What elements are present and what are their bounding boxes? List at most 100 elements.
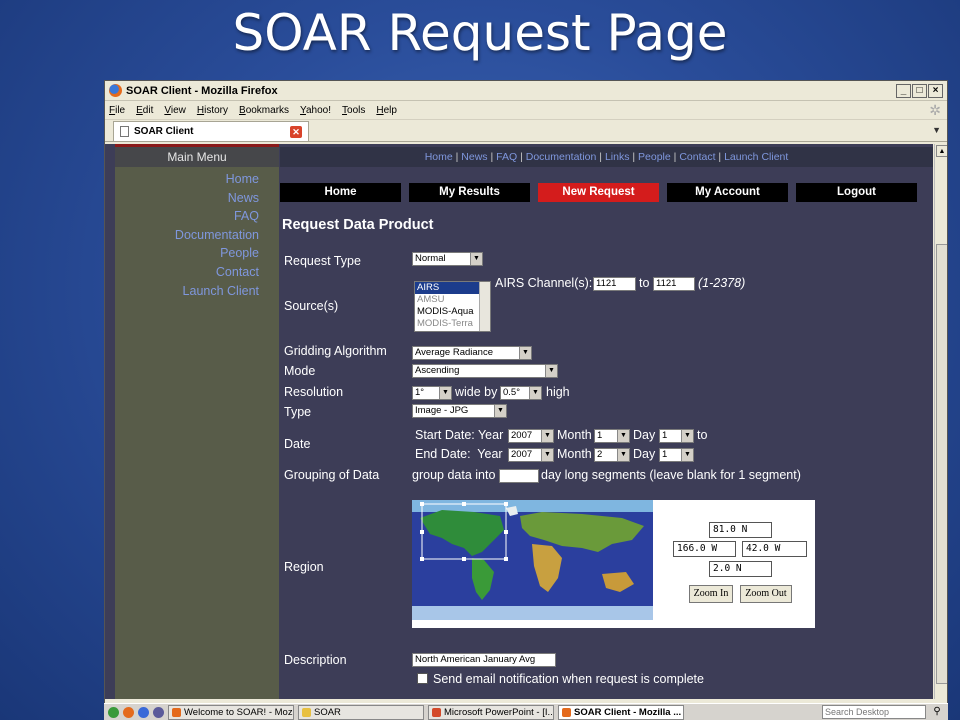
menu-view[interactable]: View <box>164 105 186 116</box>
topnav-contact[interactable]: Contact <box>679 151 715 163</box>
tab-close-icon[interactable]: ✕ <box>290 125 302 138</box>
topnav-people[interactable]: People <box>638 151 671 163</box>
end-month-select[interactable]: 2 ▼ <box>594 448 630 462</box>
east-bound-input[interactable]: 42.0 W <box>742 541 807 557</box>
topnav-separator: | <box>599 151 603 163</box>
taskbar-item[interactable]: Welcome to SOAR! - Moz... <box>168 704 294 720</box>
gridding-select[interactable]: Average Radiance ▼ <box>412 346 532 360</box>
end-year-value: 2007 <box>511 449 533 460</box>
nav-button-logout[interactable]: Logout <box>796 183 917 202</box>
sources-listbox[interactable]: AIRS AMSU MODIS-Aqua MODIS-Terra <box>414 281 491 332</box>
airs-channel-label: AIRS Channel(s): <box>495 276 593 290</box>
taskbar-item[interactable]: Microsoft PowerPoint - [I... <box>428 704 554 720</box>
start-day-value: 1 <box>662 430 668 441</box>
topnav-home[interactable]: Home <box>425 151 453 163</box>
resolution-width-select[interactable]: 1° ▼ <box>412 386 452 400</box>
north-bound-input[interactable]: 81.0 N <box>709 522 772 538</box>
nav-button-my-account[interactable]: My Account <box>667 183 788 202</box>
tab-soar-client[interactable]: SOAR Client ✕ <box>113 121 309 141</box>
tab-list-icon[interactable]: ▼ <box>932 125 941 135</box>
email-checkbox[interactable] <box>417 673 428 684</box>
window-titlebar[interactable]: SOAR Client - Mozilla Firefox _ □ × <box>105 81 947 101</box>
mode-select[interactable]: Ascending ▼ <box>412 364 558 378</box>
description-input[interactable]: North American January Avg <box>412 653 556 667</box>
chevron-down-icon: ▼ <box>617 449 629 461</box>
topnav-faq[interactable]: FAQ <box>496 151 517 163</box>
page-scrollbar[interactable]: ▲ <box>934 144 947 699</box>
show-desktop-icon[interactable] <box>108 706 119 718</box>
end-day-select[interactable]: 1 ▼ <box>659 448 694 462</box>
nav-button-my-results[interactable]: My Results <box>409 183 530 202</box>
end-year-select[interactable]: 2007 ▼ <box>508 448 554 462</box>
chevron-down-icon: ▼ <box>494 405 506 417</box>
search-icon[interactable]: ⚲ <box>930 705 944 719</box>
sidebar-link-home[interactable]: Home <box>115 170 279 189</box>
topnav-documentation[interactable]: Documentation <box>526 151 597 163</box>
scroll-up-icon[interactable]: ▲ <box>936 145 947 157</box>
window-title: SOAR Client - Mozilla Firefox <box>126 84 278 97</box>
menu-yahoo[interactable]: Yahoo! <box>300 105 331 116</box>
start-date-label: Start Date: Year <box>415 428 504 442</box>
menu-tools[interactable]: Tools <box>342 105 365 116</box>
gridding-label: Gridding Algorithm <box>284 344 387 358</box>
sidebar-link-contact[interactable]: Contact <box>115 263 279 282</box>
sidebar-link-news[interactable]: News <box>115 189 279 208</box>
request-type-select[interactable]: Normal ▼ <box>412 252 483 266</box>
ie-icon[interactable] <box>138 706 149 718</box>
type-select[interactable]: Image - JPG ▼ <box>412 404 507 418</box>
channel-range-hint: (1-2378) <box>698 276 746 290</box>
firefox-icon[interactable] <box>123 706 134 718</box>
start-year-select[interactable]: 2007 ▼ <box>508 429 554 443</box>
channel-to-input[interactable]: 1121 <box>653 277 695 291</box>
south-bound-input[interactable]: 2.0 N <box>709 561 772 577</box>
nav-button-new-request[interactable]: New Request <box>538 183 659 202</box>
zoom-in-button[interactable]: Zoom In <box>689 585 733 603</box>
sidebar-link-people[interactable]: People <box>115 244 279 263</box>
taskbar-item[interactable]: SOAR <box>298 704 424 720</box>
world-map[interactable] <box>412 500 653 620</box>
taskbar-item-label: Microsoft PowerPoint - [I... <box>444 706 554 718</box>
wide-by-label: wide by <box>455 385 498 399</box>
topnav-launch-client[interactable]: Launch Client <box>724 151 788 163</box>
date-label: Date <box>284 437 311 451</box>
menu-bookmarks[interactable]: Bookmarks <box>239 105 289 116</box>
menu-bar: File Edit View History Bookmarks Yahoo! … <box>105 101 947 120</box>
slide-title: SOAR Request Page <box>232 4 728 62</box>
resolution-label: Resolution <box>284 385 344 399</box>
sidebar-link-faq[interactable]: FAQ <box>115 207 279 226</box>
zoom-out-button[interactable]: Zoom Out <box>740 585 792 603</box>
maximize-button[interactable]: □ <box>912 83 927 98</box>
sidebar-link-documentation[interactable]: Documentation <box>115 226 279 245</box>
start-year-value: 2007 <box>511 430 533 441</box>
start-month-select[interactable]: 1 ▼ <box>594 429 630 443</box>
desktop-search-input[interactable]: Search Desktop <box>822 705 926 719</box>
chevron-down-icon: ▼ <box>541 449 553 461</box>
sidebar-link-launch-client[interactable]: Launch Client <box>115 282 279 301</box>
firefox-icon <box>109 84 122 97</box>
app-icon[interactable] <box>153 706 164 718</box>
scrollbar-thumb[interactable] <box>936 244 947 684</box>
chevron-down-icon: ▼ <box>519 347 531 359</box>
taskbar: Welcome to SOAR! - Moz... SOAR Microsoft… <box>104 703 948 720</box>
type-label: Type <box>284 405 312 419</box>
grouping-days-input[interactable] <box>499 469 539 483</box>
channel-from-input[interactable]: 1121 <box>593 277 636 291</box>
chevron-down-icon: ▼ <box>439 387 451 399</box>
taskbar-item[interactable]: SOAR Client - Mozilla ... <box>558 704 684 720</box>
topnav-news[interactable]: News <box>461 151 487 163</box>
resolution-height-select[interactable]: 0.5° ▼ <box>500 386 542 400</box>
gridding-value: Average Radiance <box>415 347 493 358</box>
close-button[interactable]: × <box>928 83 943 98</box>
menu-help[interactable]: Help <box>376 105 397 116</box>
listbox-scrollbar[interactable] <box>479 282 490 331</box>
nav-buttons: Home My Results New Request My Account L… <box>280 183 933 202</box>
menu-file[interactable]: File <box>109 105 125 116</box>
minimize-button[interactable]: _ <box>896 83 911 98</box>
west-bound-input[interactable]: 166.0 W <box>673 541 736 557</box>
menu-edit[interactable]: Edit <box>136 105 153 116</box>
nav-button-home[interactable]: Home <box>280 183 401 202</box>
mode-label: Mode <box>284 364 316 378</box>
start-day-select[interactable]: 1 ▼ <box>659 429 694 443</box>
menu-history[interactable]: History <box>197 105 228 116</box>
topnav-links[interactable]: Links <box>605 151 630 163</box>
